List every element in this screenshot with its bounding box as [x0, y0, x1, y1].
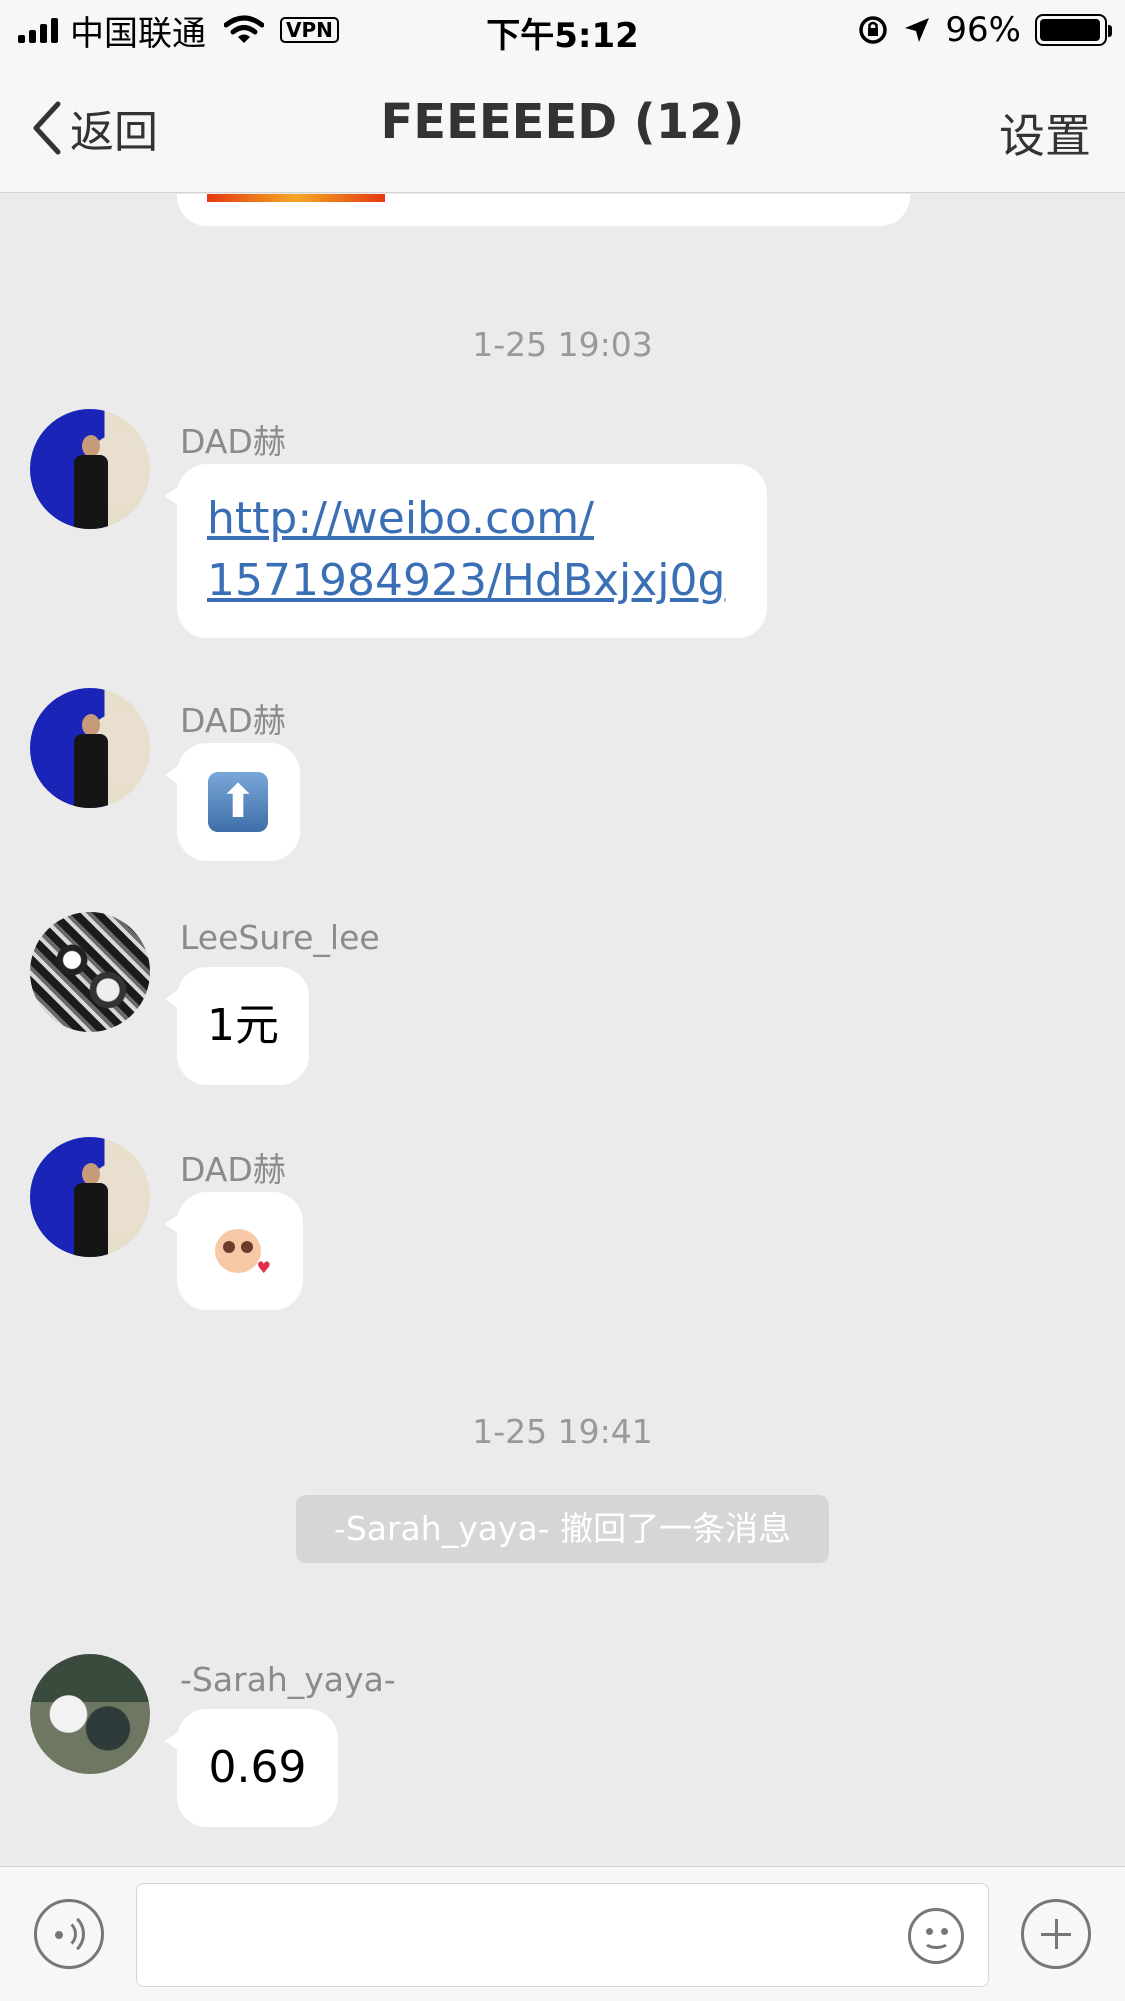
avatar[interactable] [30, 409, 150, 529]
message-bubble[interactable] [165, 743, 300, 861]
timestamp: 1-25 19:41 [472, 1412, 653, 1451]
sender-name: -Sarah_yaya- [180, 1660, 396, 1699]
nav-bar: 返回 FEEEEED (12) 设置 [0, 60, 1125, 193]
sender-name: DAD赫 [180, 1150, 286, 1189]
voice-icon[interactable] [34, 1899, 104, 1969]
status-bar: 中国联通 VPN 下午5:12 96% [0, 0, 1125, 60]
sender-name: DAD赫 [180, 422, 286, 461]
message-text: 1元 [207, 1000, 279, 1051]
rotation-lock-icon [859, 16, 888, 44]
battery-icon [1035, 14, 1112, 46]
message-bubble[interactable]: http://weibo.com/ 1571984923/HdBxjxj0g [165, 464, 767, 638]
chat-area[interactable]: 1-25 19:03 DAD赫 http://weibo.com/ 157198… [0, 194, 1125, 1866]
avatar[interactable] [30, 1137, 150, 1257]
chat-title: FEEEEED (12) [380, 94, 745, 150]
battery-percent: 96% [945, 10, 1021, 50]
sender-name: DAD赫 [180, 701, 286, 740]
message-bubble-partial[interactable] [177, 194, 910, 226]
image-thumbnail[interactable] [207, 194, 385, 202]
emoji-icon[interactable] [908, 1908, 964, 1964]
avatar[interactable] [30, 1654, 150, 1774]
message-bubble[interactable]: ♥ [165, 1192, 303, 1310]
settings-button[interactable]: 设置 [999, 100, 1091, 166]
recall-notice: -Sarah_yaya- 撤回了一条消息 [296, 1495, 829, 1563]
avatar[interactable] [30, 912, 150, 1032]
message-input[interactable] [136, 1883, 989, 1987]
message-bubble[interactable]: 1元 [165, 967, 309, 1085]
timestamp: 1-25 19:03 [472, 325, 653, 364]
input-bar [0, 1866, 1125, 2001]
plus-icon[interactable] [1021, 1899, 1091, 1969]
avatar[interactable] [30, 688, 150, 808]
sticker-icon: ♥ [209, 1219, 271, 1279]
sender-name: LeeSure_lee [180, 918, 380, 957]
message-bubble[interactable]: 0.69 [165, 1709, 338, 1827]
up-arrow-icon [208, 772, 268, 832]
message-text: 0.69 [208, 1742, 307, 1793]
weibo-link[interactable]: http://weibo.com/ 1571984923/HdBxjxj0g [207, 488, 767, 612]
location-icon [905, 18, 930, 42]
